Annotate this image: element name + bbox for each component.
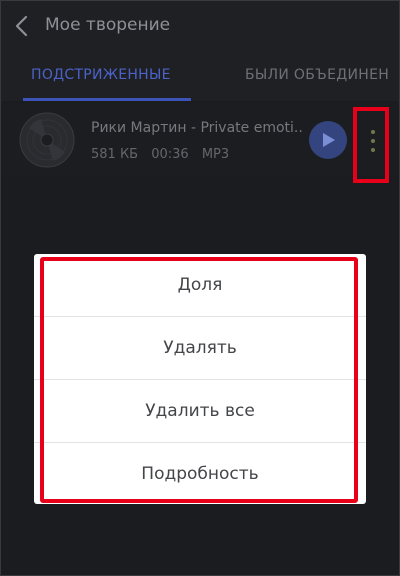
menu-item-delete-all[interactable]: Удалить все — [34, 380, 366, 442]
chevron-left-icon[interactable] — [11, 14, 35, 38]
app-screen: Мое творение ПОДСТРИЖЕННЫЕ БЫЛИ ОБЪЕДИНЕ… — [0, 0, 400, 576]
play-button[interactable] — [309, 121, 347, 159]
top-bar: Мое творение — [1, 1, 399, 53]
tab-bar: ПОДСТРИЖЕННЫЕ БЫЛИ ОБЪЕДИНЕН — [1, 53, 399, 101]
menu-item-delete[interactable]: Удалять — [34, 317, 366, 379]
track-format: MP3 — [201, 147, 230, 162]
track-meta: 581 КБ 00:36 MP3 — [91, 147, 238, 162]
active-tab-indicator — [23, 98, 191, 101]
track-size: 581 КБ — [91, 147, 139, 162]
tab-merged[interactable]: БЫЛИ ОБЪЕДИНЕН — [245, 67, 389, 83]
track-duration: 00:36 — [151, 147, 189, 162]
disc-icon — [19, 112, 75, 168]
page-title: Мое творение — [45, 15, 171, 35]
play-icon — [323, 133, 335, 147]
track-title: Рики Мартин - Private emoti... — [91, 120, 303, 136]
tab-trimmed[interactable]: ПОДСТРИЖЕННЫЕ — [31, 67, 171, 83]
context-menu: Доля Удалять Удалить все Подробность — [34, 254, 366, 504]
menu-item-share[interactable]: Доля — [34, 254, 366, 316]
menu-item-details[interactable]: Подробность — [34, 443, 366, 505]
more-button-highlight — [353, 107, 389, 183]
